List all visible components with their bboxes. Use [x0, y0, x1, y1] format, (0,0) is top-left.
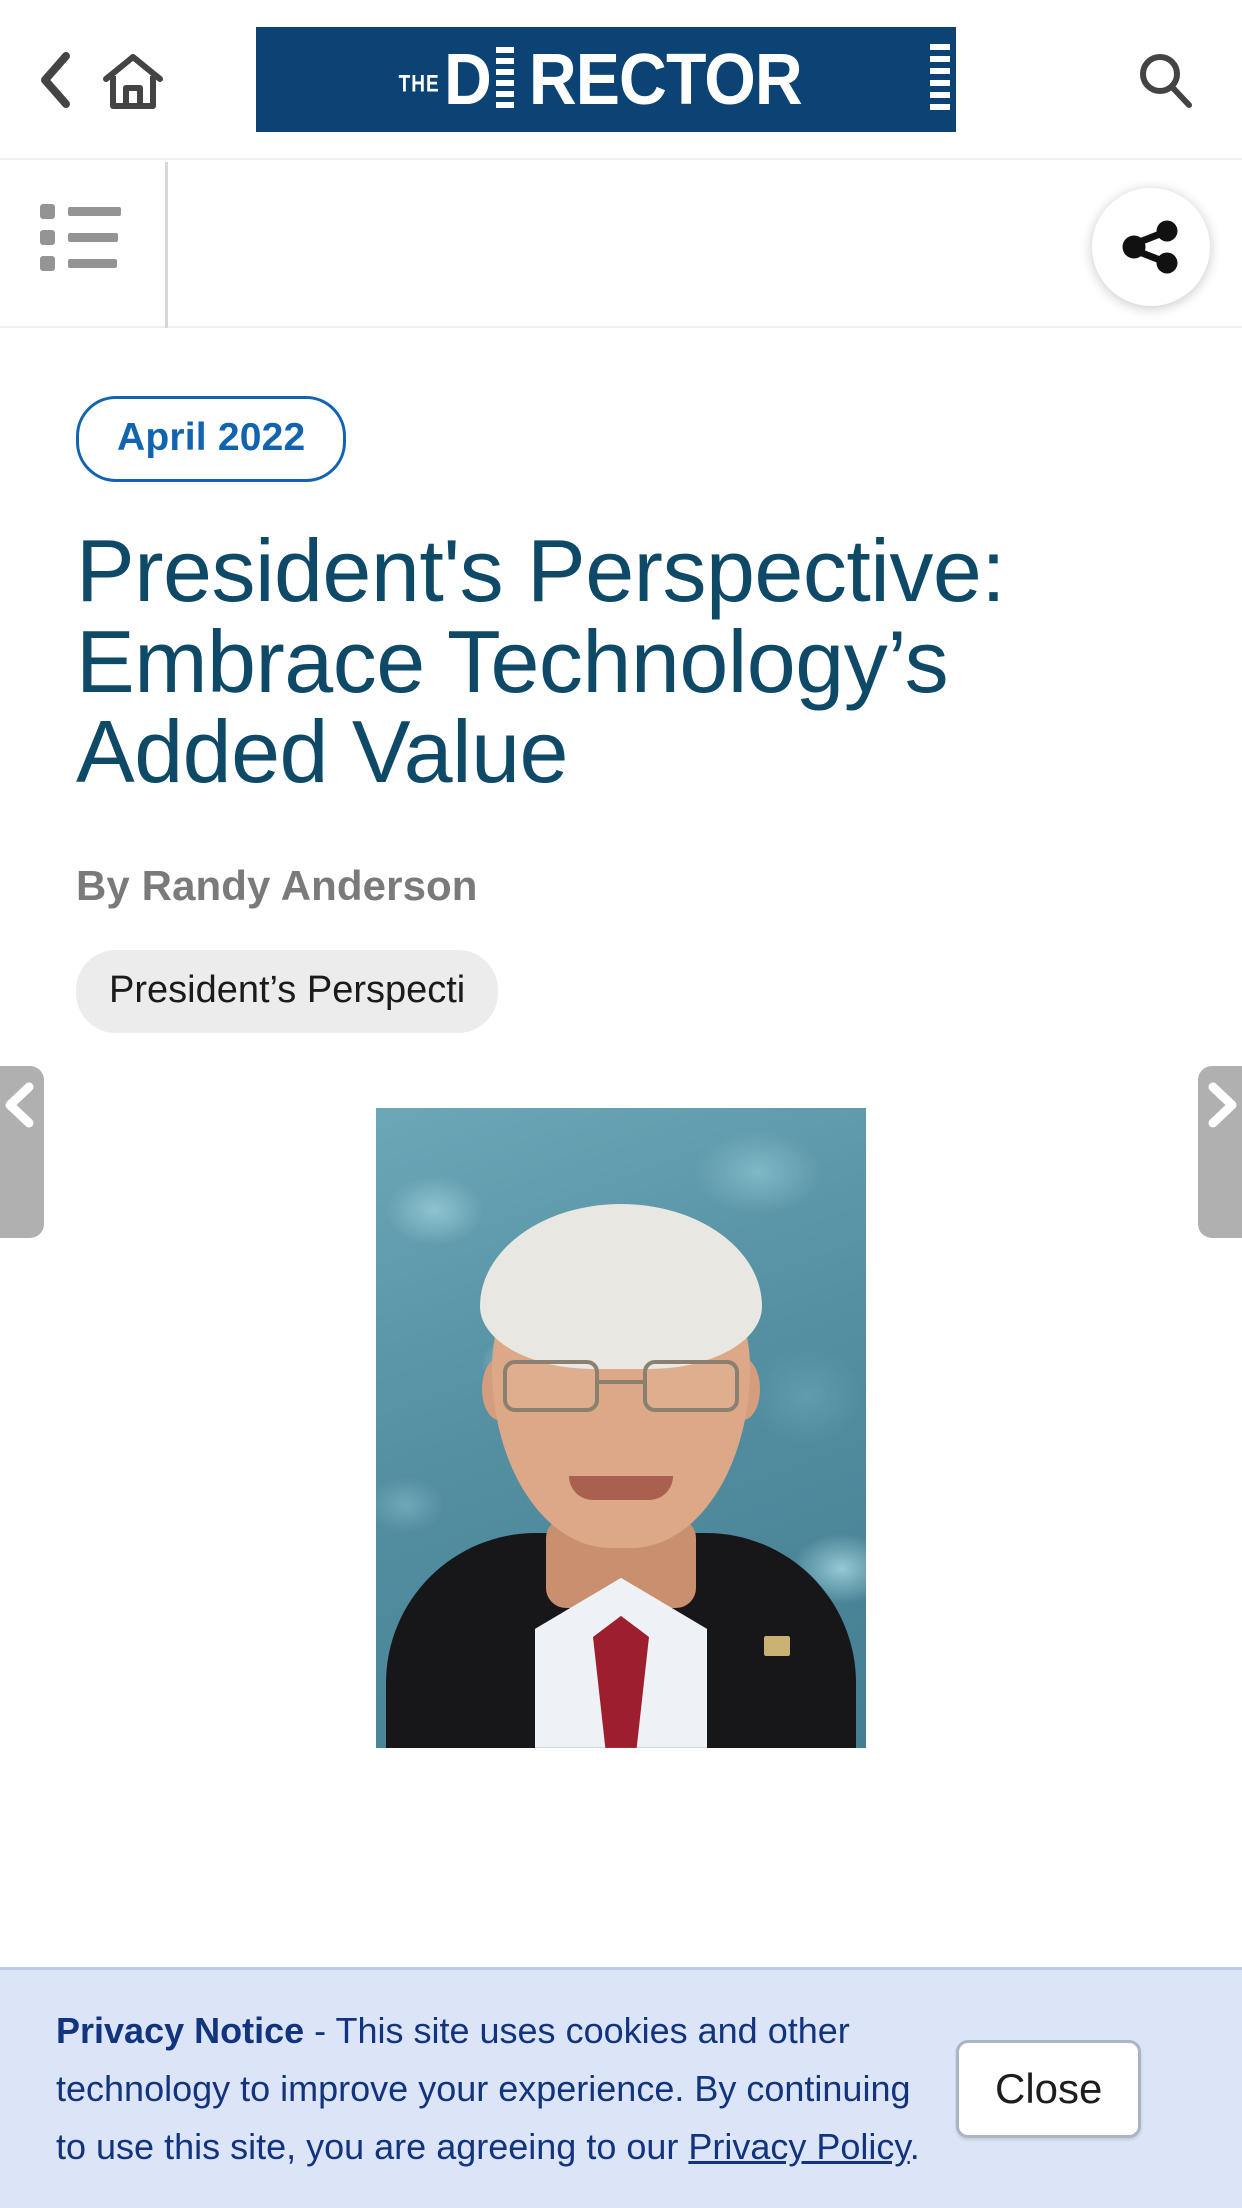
search-icon [1140, 54, 1192, 108]
privacy-notice-body-end: . [909, 2126, 920, 2168]
share-icon [1122, 220, 1178, 274]
list-icon-row-3 [40, 255, 130, 271]
logo-inner: THE D RECTOR [256, 27, 956, 132]
site-logo[interactable]: THE D RECTOR [256, 27, 956, 132]
portrait-mouth [569, 1475, 673, 1500]
portrait-lapel-pin [764, 1635, 790, 1656]
search-button[interactable] [1130, 45, 1200, 115]
list-icon-row-2 [40, 229, 130, 245]
logo-striped-i [495, 46, 514, 113]
list-bullet [40, 229, 55, 245]
table-of-contents-button[interactable] [40, 202, 130, 272]
privacy-notice-heading: Privacy Notice [56, 2009, 305, 2051]
home-button[interactable] [100, 48, 166, 114]
glasses-lens-left [503, 1359, 599, 1412]
top-app-bar: THE D RECTOR [0, 0, 1242, 160]
home-icon [103, 54, 163, 109]
logo-the-text: THE [398, 70, 440, 97]
list-line [68, 206, 121, 216]
list-line [68, 232, 118, 242]
article-byline: By Randy Anderson [76, 861, 478, 909]
back-button[interactable] [30, 47, 82, 113]
logo-rector-text: RECTOR [528, 39, 803, 120]
list-icon [40, 203, 130, 219]
list-line [68, 258, 117, 268]
logo-d-letter: D [443, 39, 492, 120]
chevron-left-icon [41, 52, 70, 108]
close-privacy-button[interactable]: Close [956, 2040, 1142, 2138]
toolbar-divider [165, 162, 168, 328]
next-article-button[interactable] [1198, 1066, 1242, 1238]
app-root: THE D RECTOR April 2022 President's Pers… [0, 0, 1242, 2208]
list-bullet [40, 255, 55, 271]
secondary-toolbar [0, 162, 1242, 328]
article-container: April 2022 President's Perspective: Embr… [0, 330, 1242, 1748]
privacy-notice-banner: Privacy Notice - This site uses cookies … [0, 1967, 1242, 2208]
share-button[interactable] [1092, 188, 1210, 306]
privacy-notice-text: Privacy Notice - This site uses cookies … [56, 2002, 956, 2177]
logo-right-stripes [930, 44, 950, 116]
category-tag[interactable]: President’s Perspecti [76, 949, 499, 1033]
issue-date-badge[interactable]: April 2022 [76, 396, 347, 482]
chevron-left-icon [5, 1082, 34, 1128]
article-image-wrap [0, 1107, 1242, 1748]
previous-article-button[interactable] [0, 1066, 44, 1238]
chevron-right-icon [1208, 1082, 1237, 1128]
portrait-glasses [503, 1359, 739, 1414]
author-portrait-image [376, 1107, 866, 1748]
article-title: President's Perspective: Embrace Technol… [76, 521, 1006, 802]
list-bullet [40, 203, 55, 219]
tag-row: President’s Perspecti [76, 949, 1242, 1038]
privacy-policy-link[interactable]: Privacy Policy [688, 2126, 909, 2167]
glasses-bridge [598, 1379, 644, 1384]
glasses-lens-right [643, 1359, 739, 1412]
